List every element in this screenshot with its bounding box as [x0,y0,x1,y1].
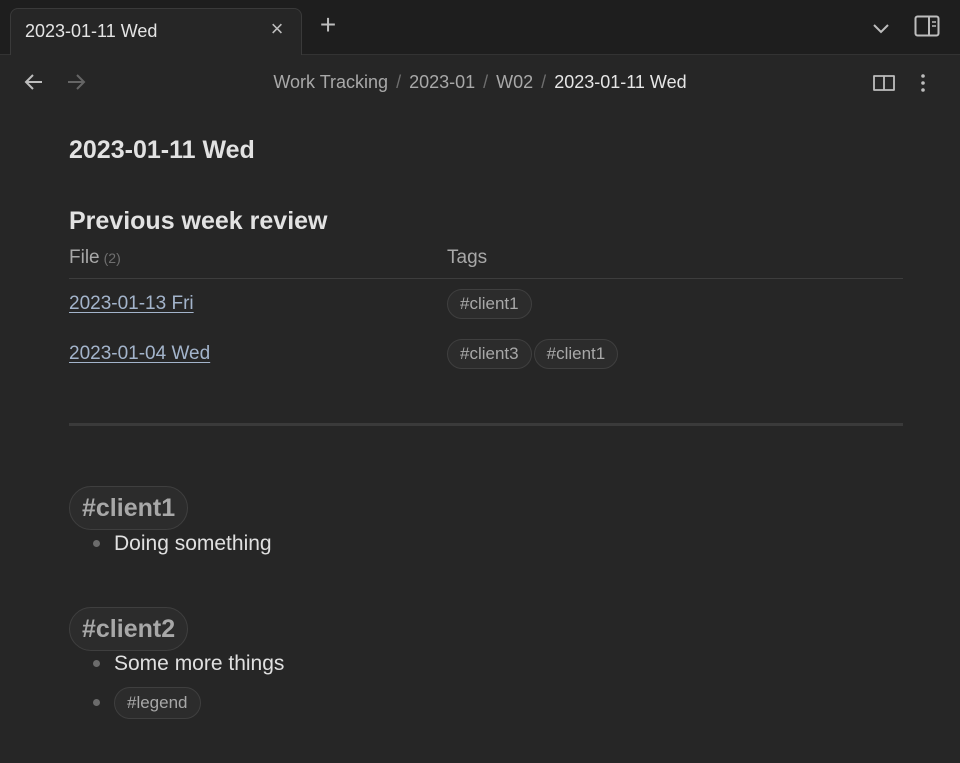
chevron-down-icon[interactable] [870,18,892,38]
file-count: (2) [103,250,121,266]
tag-list: #client3 #client1 [447,339,619,369]
table-row: 2023-01-13 Fri #client1 [69,279,903,329]
tag-pill[interactable]: #legend [114,687,201,719]
tag-pill[interactable]: #client3 [447,339,532,369]
breadcrumb-item[interactable]: 2023-01 [409,72,475,92]
breadcrumb-separator: / [483,72,489,92]
more-vertical-icon[interactable] [914,72,932,94]
breadcrumb-item[interactable]: W02 [496,72,533,92]
breadcrumb: Work Tracking / 2023-01 / W02 / 2023-01-11 Wed [0,72,960,93]
bullet-dot [93,699,100,706]
list-item-text: Doing something [114,532,272,555]
tag-pill[interactable]: #client1 [447,289,532,319]
note-title: 2023-01-11 Wed [69,136,255,164]
note-pane: Work Tracking / 2023-01 / W02 / 2023-01-11 Wed… [0,55,960,763]
close-icon[interactable]: × [267,18,287,40]
list-item-text: Some more things [114,652,285,675]
breadcrumb-separator: / [396,72,402,92]
sidebar-toggle-icon[interactable] [914,15,940,37]
book-open-icon[interactable] [872,72,896,94]
previous-week-review-heading: Previous week review [69,207,328,235]
breadcrumb-item[interactable]: Work Tracking [273,72,388,92]
bullet-dot [93,660,100,667]
table-header: File (2) Tags [69,245,903,279]
tag-list: #client1 [447,289,532,319]
table-row: 2023-01-04 Wed #client3 #client1 [69,329,903,379]
dataview-table: File (2) Tags 2023-01-13 Fri #client1 202… [69,245,903,379]
breadcrumb-separator: / [541,72,547,92]
list-item-tag: #legend [114,687,201,719]
tab-bar: 2023-01-11 Wed × + [0,0,960,56]
column-header-tags: Tags [447,247,488,268]
tag-heading[interactable]: #client1 [69,486,189,530]
column-header-file: File (2) [69,247,121,269]
file-link[interactable]: 2023-01-04 Wed [69,343,210,365]
tag-heading[interactable]: #client2 [69,607,189,651]
column-header-file-label: File [69,247,100,268]
file-link[interactable]: 2023-01-13 Fri [69,293,194,315]
tag-pill[interactable]: #client1 [533,339,619,369]
tab-title: 2023-01-11 Wed [25,21,158,41]
plus-icon[interactable]: + [316,11,340,39]
horizontal-rule [69,423,903,426]
breadcrumb-current[interactable]: 2023-01-11 Wed [554,72,686,92]
bullet-dot [93,540,100,547]
tab-active[interactable]: 2023-01-11 Wed × [10,8,302,56]
